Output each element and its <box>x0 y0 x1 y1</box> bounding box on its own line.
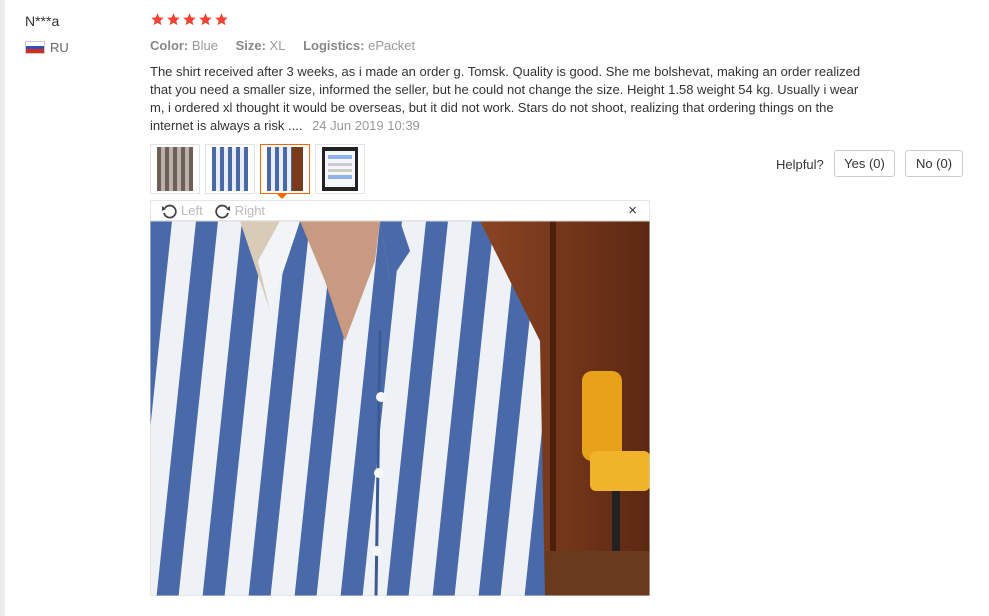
photo-thumbnail-3[interactable] <box>260 144 310 194</box>
photo-thumbnail-2[interactable] <box>205 144 255 194</box>
shirt-photo-illustration <box>150 221 650 596</box>
rotate-left-icon <box>162 204 177 218</box>
star-icon <box>167 13 180 26</box>
star-icon <box>199 13 212 26</box>
rotate-right-button[interactable]: Right <box>215 203 265 219</box>
rotate-left-label: Left <box>181 203 203 218</box>
helpful-no-button[interactable]: No (0) <box>905 150 963 177</box>
helpful-yes-button[interactable]: Yes (0) <box>834 150 895 177</box>
star-icon <box>151 13 164 26</box>
image-viewer-toolbar: Left Right × <box>150 200 650 221</box>
rotate-left-button[interactable]: Left <box>161 203 203 219</box>
flag-icon <box>25 41 45 54</box>
photo-thumbnail-4[interactable] <box>315 144 365 194</box>
star-icon <box>183 13 196 26</box>
close-viewer-button[interactable]: × <box>628 202 637 219</box>
rotate-right-label: Right <box>234 203 266 218</box>
photo-shirt-icon <box>157 147 193 191</box>
photo-thumbnails <box>150 144 365 194</box>
chat-screenshot-icon <box>322 147 358 191</box>
country-code: RU <box>50 40 69 55</box>
attr-logistics: Logistics: ePacket <box>303 38 416 53</box>
reviewer-name: N***a <box>25 13 60 29</box>
star-rating <box>150 12 229 27</box>
review-attributes: Color: Blue Size: XL Logistics: ePacket <box>150 38 429 53</box>
attr-size: Size: XL <box>235 38 286 53</box>
reviewer-country: RU <box>25 40 69 55</box>
active-thumbnail-caret <box>276 193 288 199</box>
review-photo-large <box>150 221 650 596</box>
photo-thumbnail-1[interactable] <box>150 144 200 194</box>
left-border <box>0 0 5 616</box>
attr-color: Color: Blue <box>150 38 218 53</box>
rotate-right-icon <box>215 204 230 218</box>
review-text: The shirt received after 3 weeks, as i m… <box>150 64 861 133</box>
star-icon <box>215 13 228 26</box>
review-body: The shirt received after 3 weeks, as i m… <box>150 63 870 135</box>
photo-shirt-icon <box>267 147 303 191</box>
photo-shirt-icon <box>212 147 248 191</box>
helpful-label: Helpful? <box>776 157 824 172</box>
review-date: 24 Jun 2019 10:39 <box>312 118 420 133</box>
